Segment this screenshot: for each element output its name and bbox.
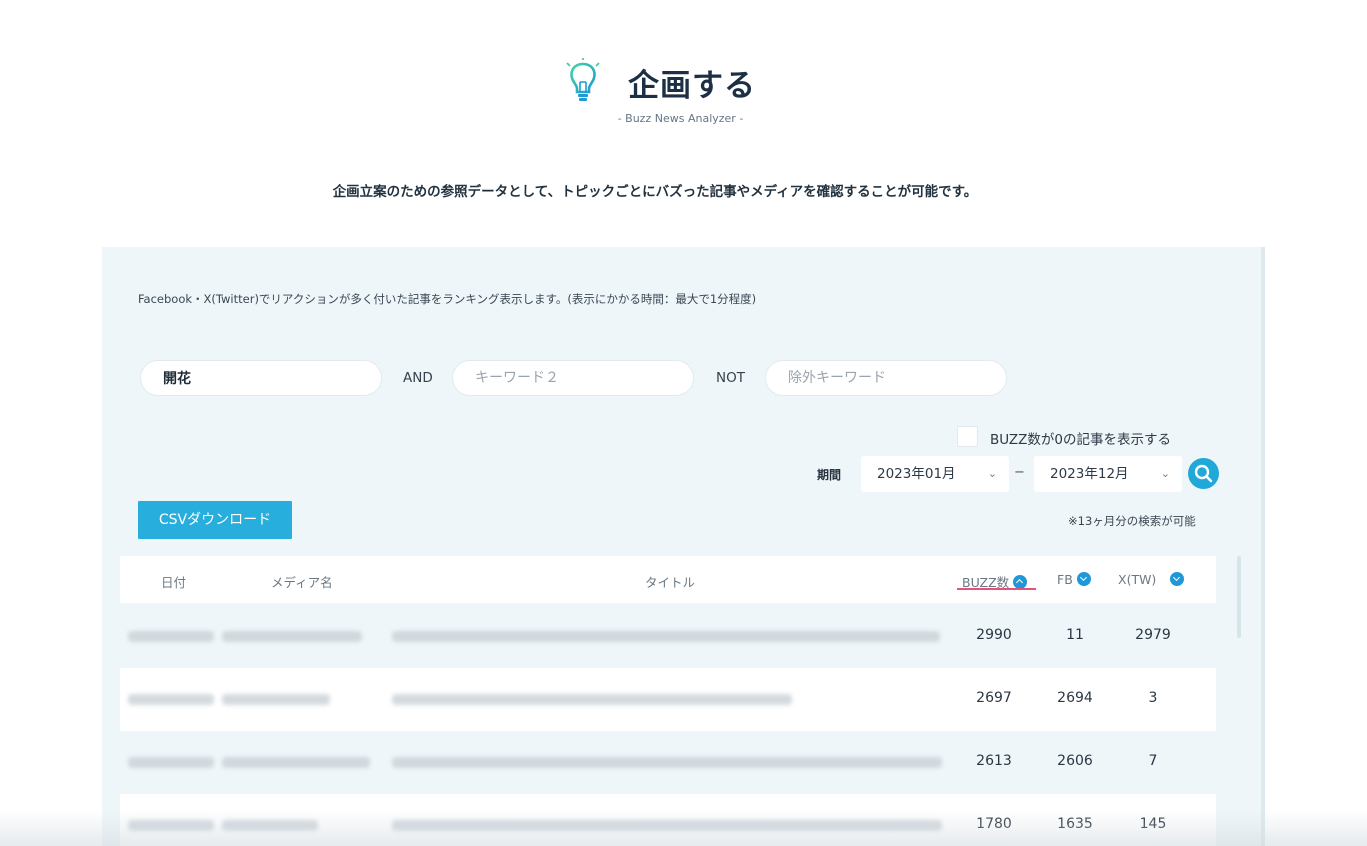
exclude-keyword-input[interactable] xyxy=(765,360,1007,396)
blurred-media xyxy=(222,694,330,705)
fb-count: 1635 xyxy=(1057,816,1093,832)
header-tw-sort[interactable]: X(TW) xyxy=(1118,572,1185,587)
search-button[interactable] xyxy=(1188,458,1219,489)
header-date: 日付 xyxy=(161,575,187,590)
buzz-count: 2990 xyxy=(976,627,1012,643)
period-label: 期間 xyxy=(817,468,842,482)
blurred-title xyxy=(392,631,940,642)
blurred-title xyxy=(392,757,942,768)
fb-count: 2606 xyxy=(1057,753,1093,769)
header-fb: FB xyxy=(1057,572,1073,587)
lightbulb-icon xyxy=(566,58,600,101)
page-header: 企画する - Buzz News Analyzer - xyxy=(0,0,1367,140)
header-tw: X(TW) xyxy=(1118,572,1157,587)
fb-count: 2694 xyxy=(1057,690,1093,706)
blurred-date xyxy=(128,631,214,642)
table-row[interactable]: 2697 2694 3 xyxy=(120,668,1216,731)
table-scrollbar[interactable] xyxy=(1237,556,1241,638)
header-media: メディア名 xyxy=(271,575,333,590)
table-header: 日付 メディア名 タイトル BUZZ数 FB X(TW) xyxy=(120,556,1216,603)
blurred-media xyxy=(222,631,362,642)
sort-down-icon[interactable] xyxy=(1170,572,1185,586)
page-title: 企画する xyxy=(628,68,756,104)
buzz-count: 2613 xyxy=(976,753,1012,769)
keyword2-input[interactable] xyxy=(452,360,694,396)
fb-count: 11 xyxy=(1066,627,1084,643)
tw-count: 145 xyxy=(1139,816,1167,832)
tw-count: 7 xyxy=(1148,753,1158,769)
and-label: AND xyxy=(403,370,433,386)
search-icon xyxy=(1194,464,1213,483)
sort-up-icon[interactable] xyxy=(1013,575,1028,589)
period-to-value: 2023年12月 xyxy=(1050,466,1129,482)
header-fb-sort[interactable]: FB xyxy=(1057,572,1091,587)
period-separator: − xyxy=(1014,465,1025,480)
show-zero-label: BUZZ数が0の記事を表示する xyxy=(990,432,1171,448)
blurred-title xyxy=(392,820,942,831)
keyword1-input[interactable] xyxy=(140,360,382,396)
chevron-down-icon: ⌄ xyxy=(987,467,997,480)
tw-count: 2979 xyxy=(1135,627,1171,643)
sort-down-icon[interactable] xyxy=(1076,572,1091,586)
period-from-select[interactable]: 2023年01月 ⌄ xyxy=(861,456,1009,492)
period-from-value: 2023年01月 xyxy=(877,466,956,482)
buzz-count: 2697 xyxy=(976,690,1012,706)
table-row[interactable]: 2990 11 2979 xyxy=(120,605,1216,668)
blurred-date xyxy=(128,820,214,831)
table-row[interactable]: 2613 2606 7 xyxy=(120,731,1216,794)
page-subtitle: - Buzz News Analyzer - xyxy=(617,112,744,125)
header-title: タイトル xyxy=(645,575,696,590)
blurred-media xyxy=(222,820,318,831)
buzz-count: 1780 xyxy=(976,816,1012,832)
show-zero-checkbox[interactable] xyxy=(957,426,978,447)
blurred-date xyxy=(128,694,214,705)
csv-download-button[interactable]: CSVダウンロード xyxy=(138,501,292,539)
period-to-select[interactable]: 2023年12月 ⌄ xyxy=(1034,456,1182,492)
blurred-date xyxy=(128,757,214,768)
search-range-note: ※13ヶ月分の検索が可能 xyxy=(1068,514,1196,528)
active-sort-underline xyxy=(957,588,1036,590)
blurred-title xyxy=(392,694,792,705)
blurred-media xyxy=(222,757,370,768)
search-description: Facebook・X(Twitter)でリアクションが多く付いた記事をランキング… xyxy=(138,292,757,306)
lead-text: 企画立案のための参照データとして、トピックごとにバズった記事やメディアを確認する… xyxy=(332,184,978,200)
tw-count: 3 xyxy=(1148,690,1158,706)
not-label: NOT xyxy=(716,370,745,386)
chevron-down-icon: ⌄ xyxy=(1160,467,1170,480)
table-row[interactable]: 1780 1635 145 xyxy=(120,794,1216,846)
